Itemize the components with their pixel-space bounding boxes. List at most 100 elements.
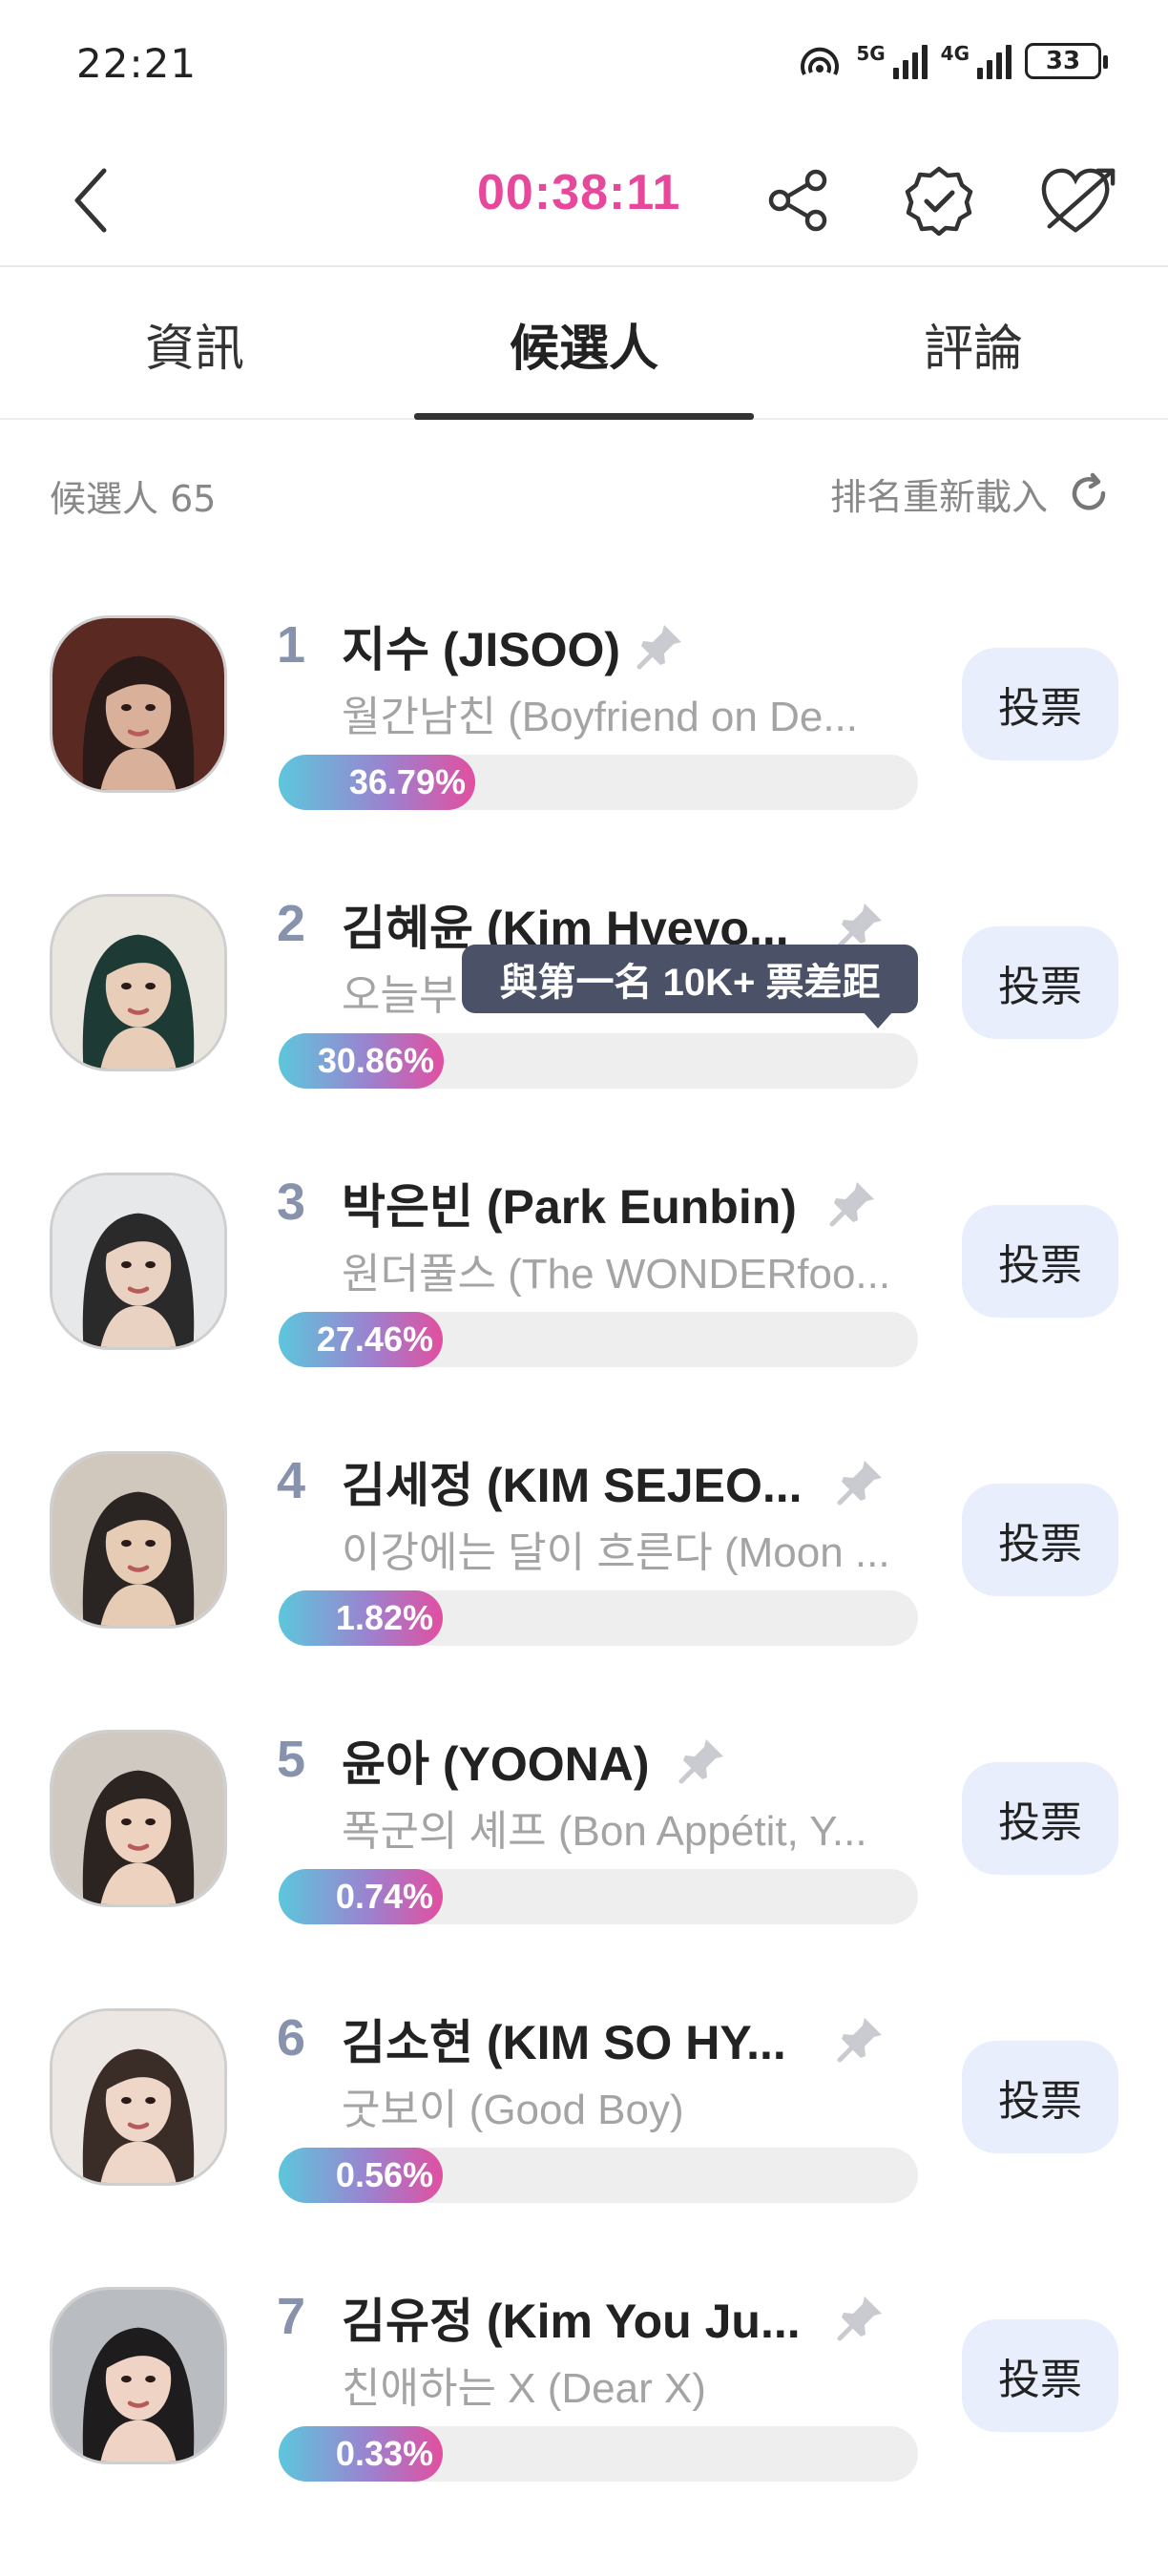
portrait-image xyxy=(52,1175,224,1347)
reload-ranking-label: 排名重新載入 xyxy=(829,476,1048,518)
candidate-rank: 2 xyxy=(277,895,306,952)
pin-icon[interactable] xyxy=(678,1735,727,1785)
verify-button[interactable] xyxy=(901,162,977,239)
status-bar: 22:21 5G 4G 33 xyxy=(0,0,1168,134)
tab-info[interactable]: 資訊 xyxy=(0,269,389,418)
tab-candidates[interactable]: 候選人 xyxy=(389,269,779,420)
vote-button[interactable]: 投票 xyxy=(962,648,1118,760)
battery-level: 33 xyxy=(1045,47,1081,75)
app-header: 00:38:11 xyxy=(0,134,1168,267)
vote-share-fill: 36.79% xyxy=(279,755,475,810)
candidate-name: 지수 (JISOO) xyxy=(342,623,621,676)
candidate-avatar[interactable] xyxy=(50,2287,227,2464)
share-icon xyxy=(768,169,827,232)
signal-5g-icon xyxy=(892,43,928,79)
candidate-work-title: 원더풀스 (The WONDERfoo... xyxy=(342,1251,891,1298)
candidate-rank: 5 xyxy=(277,1731,306,1788)
portrait-image xyxy=(52,897,224,1069)
vote-button[interactable]: 投票 xyxy=(962,2041,1118,2153)
candidate-avatar[interactable] xyxy=(50,2008,227,2186)
vote-share-bar: 0.74% xyxy=(279,1869,918,1924)
candidate-row: 5 윤아 (YOONA) 폭군의 셰프 (Bon Appétit, Y... 0.74… xyxy=(0,1672,1168,1951)
vote-share-percent: 1.82% xyxy=(335,1598,433,1637)
vote-share-bar: 1.82% xyxy=(279,1590,918,1646)
vote-share-percent: 0.74% xyxy=(335,1877,433,1916)
candidate-work-title: 폭군의 셰프 (Bon Appétit, Y... xyxy=(342,1808,867,1855)
candidate-rank: 7 xyxy=(277,2288,306,2345)
heart-arrow-icon xyxy=(1041,168,1116,233)
candidate-row: 4 김세정 (KIM SEJEO... 이강에는 달이 흐른다 (Moon ... 1… xyxy=(0,1394,1168,1672)
hotspot-icon xyxy=(801,47,840,75)
tab-comments[interactable]: 評論 xyxy=(779,269,1168,418)
vote-share-fill: 0.33% xyxy=(279,2426,443,2482)
vote-button[interactable]: 投票 xyxy=(962,1762,1118,1875)
pin-icon[interactable] xyxy=(836,1457,886,1506)
portrait-image xyxy=(52,2011,224,2183)
back-arrow-icon xyxy=(74,168,107,233)
vote-button[interactable]: 投票 xyxy=(962,1205,1118,1318)
portrait-image xyxy=(52,1454,224,1626)
vote-share-fill: 27.46% xyxy=(279,1312,443,1367)
vote-share-percent: 30.86% xyxy=(317,1041,434,1080)
pin-icon[interactable] xyxy=(636,621,685,671)
candidate-row: 6 김소현 (KIM SO HY... 굿보이 (Good Boy) 0.56% 投票 xyxy=(0,1951,1168,2230)
vote-share-bar: 36.79% xyxy=(279,755,918,810)
vote-button[interactable]: 投票 xyxy=(962,1484,1118,1596)
candidate-rank: 1 xyxy=(277,616,306,674)
vote-share-percent: 27.46% xyxy=(316,1319,433,1359)
candidate-row: 3 박은빈 (Park Eunbin) 원더풀스 (The WONDERfoo...… xyxy=(0,1115,1168,1394)
candidate-name: 김세정 (KIM SEJEO... xyxy=(342,1459,803,1512)
candidate-name: 김유정 (Kim You Ju... xyxy=(342,2295,801,2348)
candidate-work-title: 친애하는 X (Dear X) xyxy=(342,2365,706,2412)
pin-icon[interactable] xyxy=(836,2014,886,2064)
candidate-count: 候選人 65 xyxy=(50,478,217,520)
vote-share-bar: 27.46% xyxy=(279,1312,918,1367)
candidate-work-title: 월간남친 (Boyfriend on De... xyxy=(342,694,858,740)
reload-ranking-button[interactable]: 排名重新載入 xyxy=(830,467,1111,520)
vote-share-percent: 0.56% xyxy=(335,2155,433,2194)
vote-share-bar: 0.56% xyxy=(279,2148,918,2203)
vote-share-bar: 30.86% xyxy=(279,1033,918,1089)
candidate-name: 김소현 (KIM SO HY... xyxy=(342,2016,786,2069)
network-5g-label: 5G xyxy=(856,42,886,65)
vote-share-bar: 0.33% xyxy=(279,2426,918,2482)
vote-share-fill: 30.86% xyxy=(279,1033,444,1089)
pin-icon[interactable] xyxy=(836,2293,886,2342)
candidate-row: 1 지수 (JISOO) 월간남친 (Boyfriend on De... 36.79… xyxy=(0,558,1168,837)
back-button[interactable] xyxy=(57,162,124,239)
candidate-name: 박은빈 (Park Eunbin) xyxy=(342,1180,797,1234)
vote-share-fill: 1.82% xyxy=(279,1590,443,1646)
candidate-avatar[interactable] xyxy=(50,1173,227,1350)
candidate-rank: 4 xyxy=(277,1452,306,1509)
candidate-work-title: 오늘부 xyxy=(342,972,458,1019)
favorite-button[interactable] xyxy=(1040,162,1116,239)
tab-bar: 資訊 候選人 評論 xyxy=(0,269,1168,420)
vote-button[interactable]: 投票 xyxy=(962,926,1118,1039)
candidate-avatar[interactable] xyxy=(50,1451,227,1629)
candidate-rank: 3 xyxy=(277,1174,306,1231)
countdown-timer: 00:38:11 xyxy=(477,165,681,220)
portrait-image xyxy=(52,1733,224,1904)
status-time: 22:21 xyxy=(76,40,198,87)
pin-icon[interactable] xyxy=(828,1178,878,1228)
candidate-work-title: 이강에는 달이 흐른다 (Moon ... xyxy=(342,1529,890,1576)
candidate-rank: 6 xyxy=(277,2009,306,2067)
share-button[interactable] xyxy=(760,162,836,239)
vote-button[interactable]: 投票 xyxy=(962,2319,1118,2432)
battery-icon: 33 xyxy=(1025,43,1108,79)
candidate-row: 7 김유정 (Kim You Ju... 친애하는 X (Dear X) 0.33% 投… xyxy=(0,2230,1168,2508)
candidate-avatar[interactable] xyxy=(50,615,227,793)
candidate-work-title: 굿보이 (Good Boy) xyxy=(342,2087,684,2133)
vote-gap-tooltip: 與第一名 10K+ 票差距 xyxy=(462,945,918,1028)
portrait-image xyxy=(52,618,224,790)
refresh-icon xyxy=(1072,472,1106,509)
candidate-avatar[interactable] xyxy=(50,1730,227,1907)
candidate-subbar: 候選人 65 排名重新載入 xyxy=(0,448,1168,544)
candidate-name: 윤아 (YOONA) xyxy=(342,1737,650,1791)
portrait-image xyxy=(52,2290,224,2462)
vote-share-fill: 0.74% xyxy=(279,1869,443,1924)
candidate-avatar[interactable] xyxy=(50,894,227,1071)
vote-share-percent: 36.79% xyxy=(348,762,466,801)
pin-icon[interactable] xyxy=(836,900,886,949)
network-4g-label: 4G xyxy=(940,42,970,65)
